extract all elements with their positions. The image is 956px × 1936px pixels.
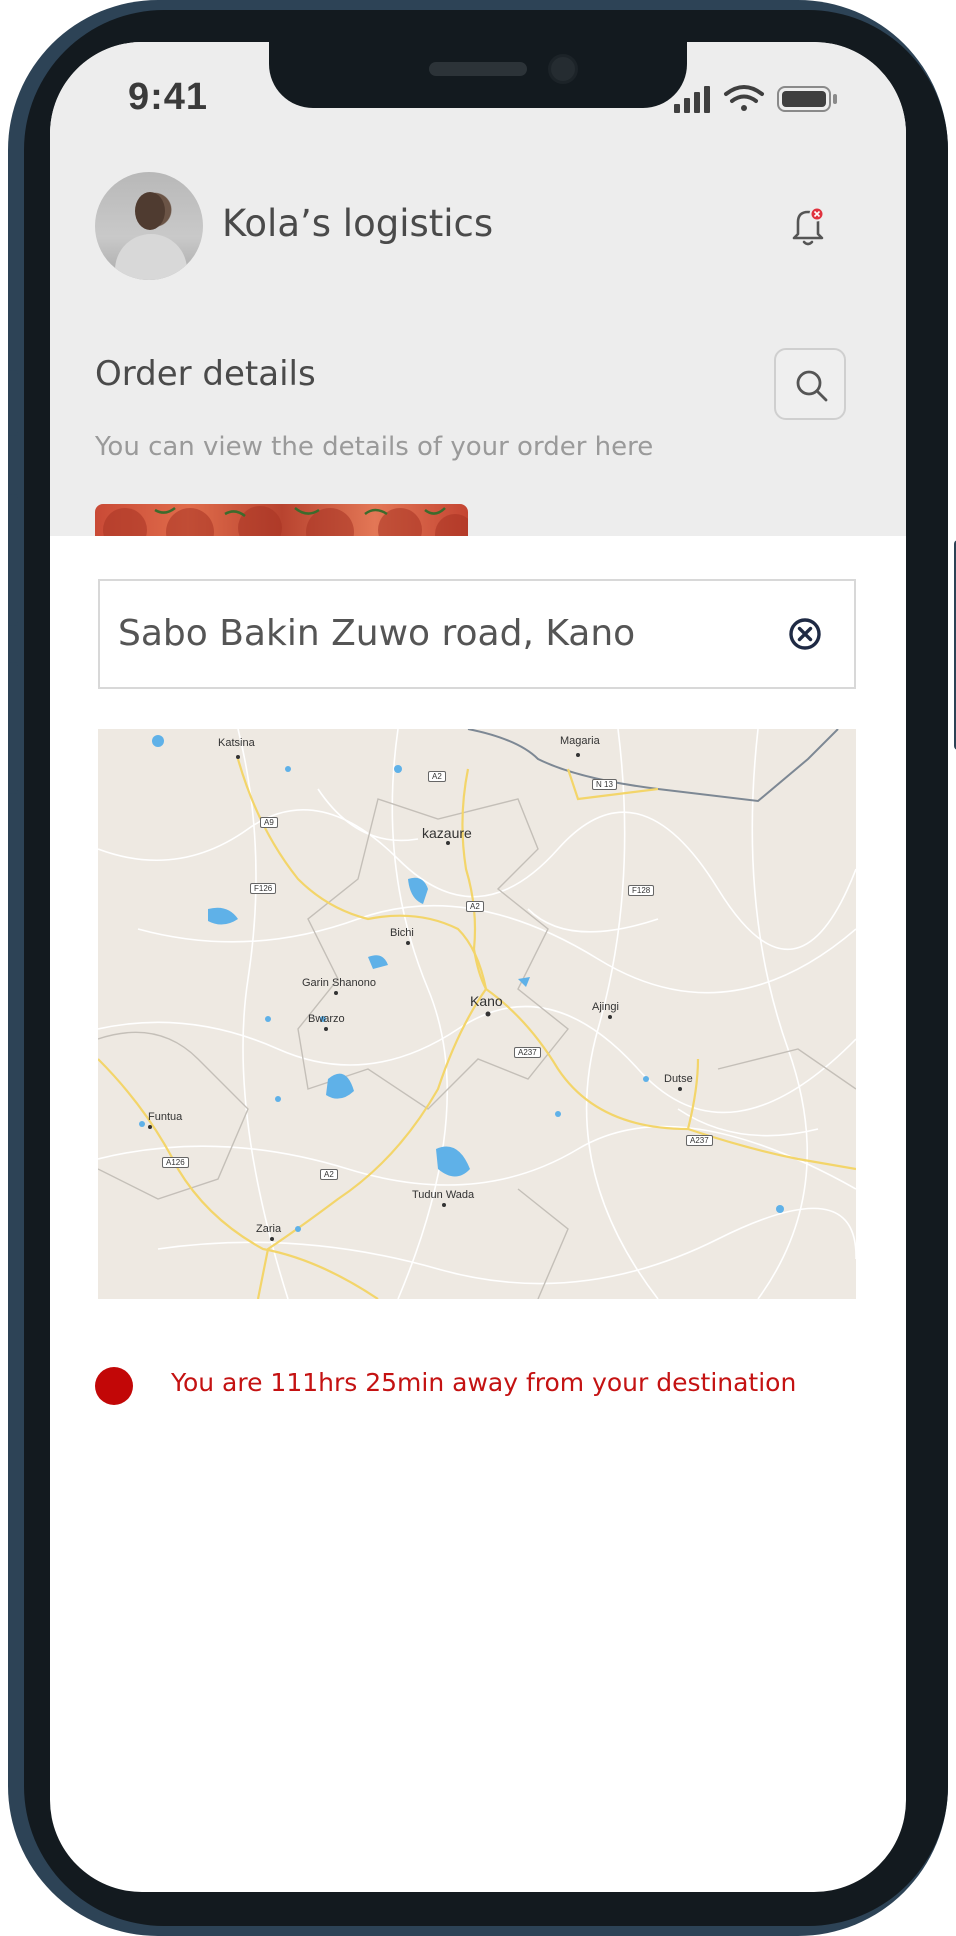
avatar-photo-shirt [115, 234, 187, 280]
map-place-label: Tudun Wada [412, 1189, 475, 1201]
status-time: 9:41 [128, 76, 209, 118]
map-route-badge: A2 [320, 1169, 338, 1180]
volume-up-button [8, 494, 18, 626]
map-place-label: Kano [470, 993, 503, 1009]
speaker-grille [429, 62, 527, 76]
volume-down-button [8, 662, 18, 794]
map-route-badge: F128 [628, 885, 655, 896]
mute-switch [8, 370, 18, 436]
clear-address-button[interactable] [786, 615, 824, 653]
notification-bell-icon[interactable] [788, 204, 828, 248]
battery-icon [777, 86, 837, 112]
map-route-badge: F126 [250, 883, 277, 894]
avatar-photo-head [135, 192, 165, 230]
company-name: Kola’s logistics [222, 202, 494, 245]
map-route-badge: A237 [514, 1047, 541, 1058]
cellular-signal-icon [674, 86, 710, 113]
close-circle-icon [789, 618, 821, 650]
map-place-label: Katsina [218, 737, 255, 749]
map-graphics [98, 729, 856, 1299]
map-place-label: Ajingi [592, 1001, 619, 1013]
app-screen: 9:41 Kola’s logistics Order details You … [50, 42, 906, 1892]
search-button[interactable] [774, 348, 846, 420]
destination-address-field[interactable]: Sabo Bakin Zuwo road, Kano [98, 579, 856, 689]
map-route-badge: A9 [260, 817, 278, 828]
route-map[interactable]: Katsina Magaria kazaure Bichi Garin Shan… [98, 729, 856, 1299]
front-camera [548, 54, 578, 84]
map-place-label: Magaria [560, 735, 600, 747]
map-place-label: Zaria [256, 1223, 282, 1235]
address-text: Sabo Bakin Zuwo road, Kano [118, 613, 636, 654]
page-subtitle: You can view the details of your order h… [95, 432, 654, 462]
map-place-label: Garin Shanono [302, 977, 376, 989]
page-title: Order details [95, 354, 316, 394]
search-icon [796, 370, 828, 402]
notch [269, 42, 687, 108]
map-route-badge: N 13 [592, 779, 617, 790]
map-place-label: kazaure [422, 825, 472, 841]
map-place-label: Bwarzo [308, 1013, 345, 1025]
status-icons [674, 82, 864, 116]
eta-message: You are 111hrs 25min away from your dest… [171, 1368, 797, 1397]
map-place-label: Dutse [664, 1073, 693, 1085]
map-route-badge: A126 [162, 1157, 189, 1168]
avatar[interactable] [95, 172, 203, 280]
wifi-icon [724, 85, 764, 111]
map-route-badge: A237 [686, 1135, 713, 1146]
map-route-badge: A2 [466, 901, 484, 912]
map-place-label: Bichi [390, 927, 414, 939]
product-image-tomatoes[interactable] [95, 504, 468, 536]
eta-status-dot [95, 1367, 133, 1405]
map-route-badge: A2 [428, 771, 446, 782]
map-place-label: Funtua [148, 1111, 183, 1123]
